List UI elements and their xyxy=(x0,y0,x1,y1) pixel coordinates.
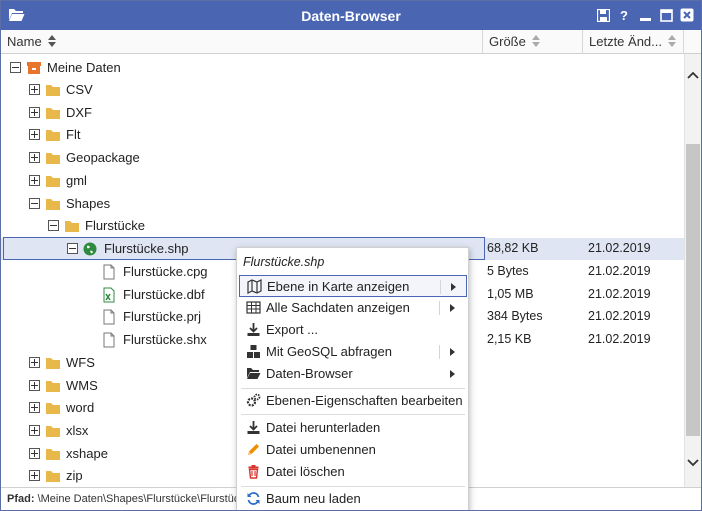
file-icon xyxy=(103,332,115,348)
expand-icon[interactable] xyxy=(29,129,40,140)
globe-icon xyxy=(83,242,97,256)
folder-icon xyxy=(46,403,60,414)
folder-icon xyxy=(46,381,60,392)
pencil-icon xyxy=(248,444,259,455)
menu-divider xyxy=(241,414,465,415)
cubes-icon xyxy=(247,345,260,358)
chevron-up-icon[interactable] xyxy=(685,66,701,84)
save-icon[interactable] xyxy=(595,7,611,23)
folder-icon xyxy=(46,199,60,210)
context-menu-title: Flurstücke.shp xyxy=(243,255,325,269)
title-bar[interactable]: Daten-Browser ? xyxy=(1,1,701,30)
tree-node-folder[interactable]: CSV xyxy=(1,79,684,101)
trash-icon xyxy=(248,465,259,479)
expand-icon[interactable] xyxy=(29,448,40,459)
data-browser-window: Daten-Browser ? Name Größe Letzte Änd...… xyxy=(0,0,702,511)
file-icon xyxy=(103,309,115,325)
map-icon xyxy=(247,279,262,294)
folder-icon xyxy=(46,358,60,369)
context-menu: Flurstücke.shp Ebene in Karte anzeigen A… xyxy=(236,247,469,510)
download-icon xyxy=(247,421,260,434)
folder-icon xyxy=(46,176,60,187)
menu-item-show-all-attributes[interactable]: Alle Sachdaten anzeigen xyxy=(239,297,467,319)
folder-icon xyxy=(46,130,60,141)
scrollbar-thumb[interactable] xyxy=(686,144,700,436)
tree-node-folder[interactable]: Shapes xyxy=(1,193,684,215)
menu-divider xyxy=(241,486,465,487)
expand-icon[interactable] xyxy=(29,84,40,95)
tree-node-folder[interactable]: DXF xyxy=(1,102,684,124)
menu-item-geosql-query[interactable]: Mit GeoSQL abfragen xyxy=(239,341,467,363)
submenu-separator xyxy=(440,280,441,294)
help-icon[interactable]: ? xyxy=(616,7,632,23)
collapse-icon[interactable] xyxy=(29,198,40,209)
menu-item-delete-file[interactable]: Datei löschen xyxy=(239,461,467,483)
collapse-icon[interactable] xyxy=(48,220,59,231)
menu-item-rename-file[interactable]: Datei umbenennen xyxy=(239,439,467,461)
tree-node-folder[interactable]: Geopackage xyxy=(1,147,684,169)
collapse-icon[interactable] xyxy=(67,243,78,254)
sort-icon xyxy=(531,31,540,54)
column-name[interactable]: Name xyxy=(1,30,483,54)
minimize-icon[interactable] xyxy=(637,7,653,23)
folder-icon xyxy=(46,153,60,164)
expand-icon[interactable] xyxy=(29,107,40,118)
path-label: Pfad: xyxy=(7,493,35,505)
table-icon xyxy=(246,301,261,314)
expand-icon[interactable] xyxy=(29,357,40,368)
menu-item-edit-layer-properties[interactable]: Ebenen-Eigenschaften bearbeiten xyxy=(239,390,467,412)
excel-file-icon xyxy=(103,287,115,303)
submenu-arrow-icon xyxy=(450,304,455,312)
menu-divider xyxy=(241,388,465,389)
close-icon[interactable] xyxy=(679,7,695,23)
menu-item-show-layer-in-map[interactable]: Ebene in Karte anzeigen xyxy=(239,275,467,297)
sort-icon xyxy=(47,31,56,54)
column-size[interactable]: Größe xyxy=(483,30,583,54)
folder-icon xyxy=(46,426,60,437)
submenu-arrow-icon xyxy=(450,348,455,356)
sort-icon xyxy=(668,31,676,54)
chevron-down-icon[interactable] xyxy=(685,454,701,472)
archive-icon xyxy=(27,62,41,74)
folder-icon xyxy=(46,108,60,119)
menu-item-export[interactable]: Export ... xyxy=(239,319,467,341)
folder-open-icon xyxy=(247,368,261,379)
submenu-separator xyxy=(439,301,440,315)
maximize-icon[interactable] xyxy=(658,7,674,23)
column-date[interactable]: Letzte Änd... xyxy=(583,30,684,54)
expand-icon[interactable] xyxy=(29,152,40,163)
folder-icon xyxy=(46,471,60,482)
column-header: Name Größe Letzte Änd... xyxy=(1,30,701,54)
menu-item-data-browser[interactable]: Daten-Browser xyxy=(239,363,467,385)
collapse-icon[interactable] xyxy=(10,62,21,73)
submenu-arrow-icon xyxy=(451,283,456,291)
tree-node-folder[interactable]: gml xyxy=(1,170,684,192)
file-icon xyxy=(103,264,115,280)
submenu-separator xyxy=(439,345,440,359)
expand-icon[interactable] xyxy=(29,380,40,391)
tree-node-folder[interactable]: Flt xyxy=(1,124,684,146)
menu-item-reload-tree[interactable]: Baum neu laden xyxy=(239,488,467,510)
folder-icon xyxy=(65,221,79,232)
menu-item-download-file[interactable]: Datei herunterladen xyxy=(239,417,467,439)
folder-icon xyxy=(46,449,60,460)
expand-icon[interactable] xyxy=(29,402,40,413)
download-icon xyxy=(247,323,260,336)
expand-icon[interactable] xyxy=(29,425,40,436)
submenu-arrow-icon xyxy=(450,370,455,378)
expand-icon[interactable] xyxy=(29,470,40,481)
folder-icon xyxy=(46,85,60,96)
refresh-icon xyxy=(247,492,260,505)
expand-icon[interactable] xyxy=(29,175,40,186)
gears-icon xyxy=(246,393,261,407)
tree-node-root[interactable]: Meine Daten xyxy=(1,57,684,79)
tree-node-folder[interactable]: Flurstücke xyxy=(1,215,684,237)
vertical-scrollbar[interactable] xyxy=(684,54,701,487)
